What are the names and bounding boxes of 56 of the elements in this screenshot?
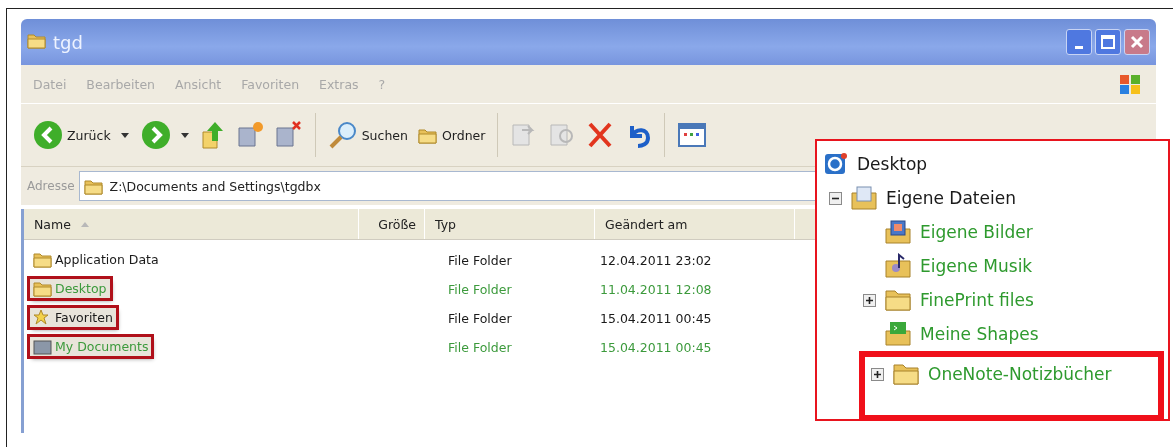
tree-item[interactable]: OneNote-Notizbücher bbox=[928, 364, 1112, 384]
modified-date: 15.04.2011 00:45 bbox=[600, 340, 712, 355]
collapse-toggle-icon[interactable] bbox=[829, 191, 842, 205]
window-title: tgd bbox=[53, 31, 83, 53]
highlighted-file-name[interactable]: Favoriten bbox=[30, 308, 116, 327]
menu-item[interactable]: Extras bbox=[319, 76, 359, 92]
column-header[interactable]: Typ bbox=[425, 209, 595, 239]
windows-logo-icon bbox=[1118, 72, 1142, 96]
folders-button[interactable]: Ordner bbox=[415, 124, 488, 146]
column-header[interactable]: Geändert am bbox=[595, 209, 795, 239]
views-icon bbox=[677, 120, 708, 150]
highlighted-file-name[interactable]: My Documents bbox=[30, 337, 152, 356]
close-icon bbox=[1130, 35, 1144, 49]
tree-item[interactable]: Desktop bbox=[857, 154, 928, 174]
shapes-folder-icon bbox=[884, 321, 912, 347]
expand-toggle-icon[interactable] bbox=[863, 293, 876, 307]
tree-item[interactable]: Eigene Musik bbox=[920, 256, 1033, 276]
folder-icon bbox=[33, 251, 53, 268]
menu-item[interactable]: ? bbox=[378, 76, 386, 92]
highlighted-file-name[interactable]: Desktop bbox=[30, 279, 110, 298]
file-type: File Folder bbox=[447, 311, 513, 326]
maximize-button[interactable] bbox=[1095, 29, 1121, 55]
tree-item[interactable]: FinePrint files bbox=[920, 290, 1034, 310]
file-name[interactable]: Application Data bbox=[30, 250, 162, 269]
folder-icon bbox=[27, 31, 47, 49]
folder-icon bbox=[884, 288, 912, 312]
music-folder-icon bbox=[884, 253, 912, 279]
back-button[interactable]: Zurück bbox=[31, 118, 113, 152]
file-type: File Folder bbox=[447, 253, 513, 268]
menu-item[interactable]: Datei bbox=[33, 76, 67, 92]
folder-icon bbox=[33, 280, 53, 297]
folder-icon bbox=[892, 362, 920, 386]
tree-item[interactable]: Eigene Bilder bbox=[920, 222, 1033, 242]
column-header[interactable]: Größe bbox=[359, 209, 425, 239]
menu-item[interactable]: Bearbeiten bbox=[86, 76, 156, 92]
tree-item[interactable]: Meine Shapes bbox=[920, 324, 1039, 344]
search-button[interactable]: Suchen bbox=[325, 118, 410, 152]
maximize-icon bbox=[1101, 35, 1115, 49]
folder-icon bbox=[417, 126, 438, 144]
minimize-button[interactable] bbox=[1066, 29, 1092, 55]
desktop-icon bbox=[823, 151, 849, 177]
menu-item[interactable]: Favoriten bbox=[241, 76, 300, 92]
minimize-icon bbox=[1075, 45, 1083, 49]
expand-toggle-icon[interactable] bbox=[871, 367, 884, 381]
menu-item[interactable]: Ansicht bbox=[175, 76, 222, 92]
folder-icon bbox=[83, 177, 104, 195]
address-label: Adresse bbox=[27, 179, 75, 193]
modified-date: 15.04.2011 00:45 bbox=[600, 311, 712, 326]
close-button[interactable] bbox=[1124, 29, 1150, 55]
search-icon bbox=[327, 120, 358, 150]
file-type: File Folder bbox=[447, 340, 513, 355]
modified-date: 11.04.2011 12:08 bbox=[600, 282, 712, 297]
modified-date: 12.04.2011 23:02 bbox=[600, 253, 712, 268]
column-header[interactable]: Name bbox=[24, 209, 359, 239]
file-type: File Folder bbox=[447, 282, 513, 297]
picture-folder-icon bbox=[884, 219, 912, 245]
